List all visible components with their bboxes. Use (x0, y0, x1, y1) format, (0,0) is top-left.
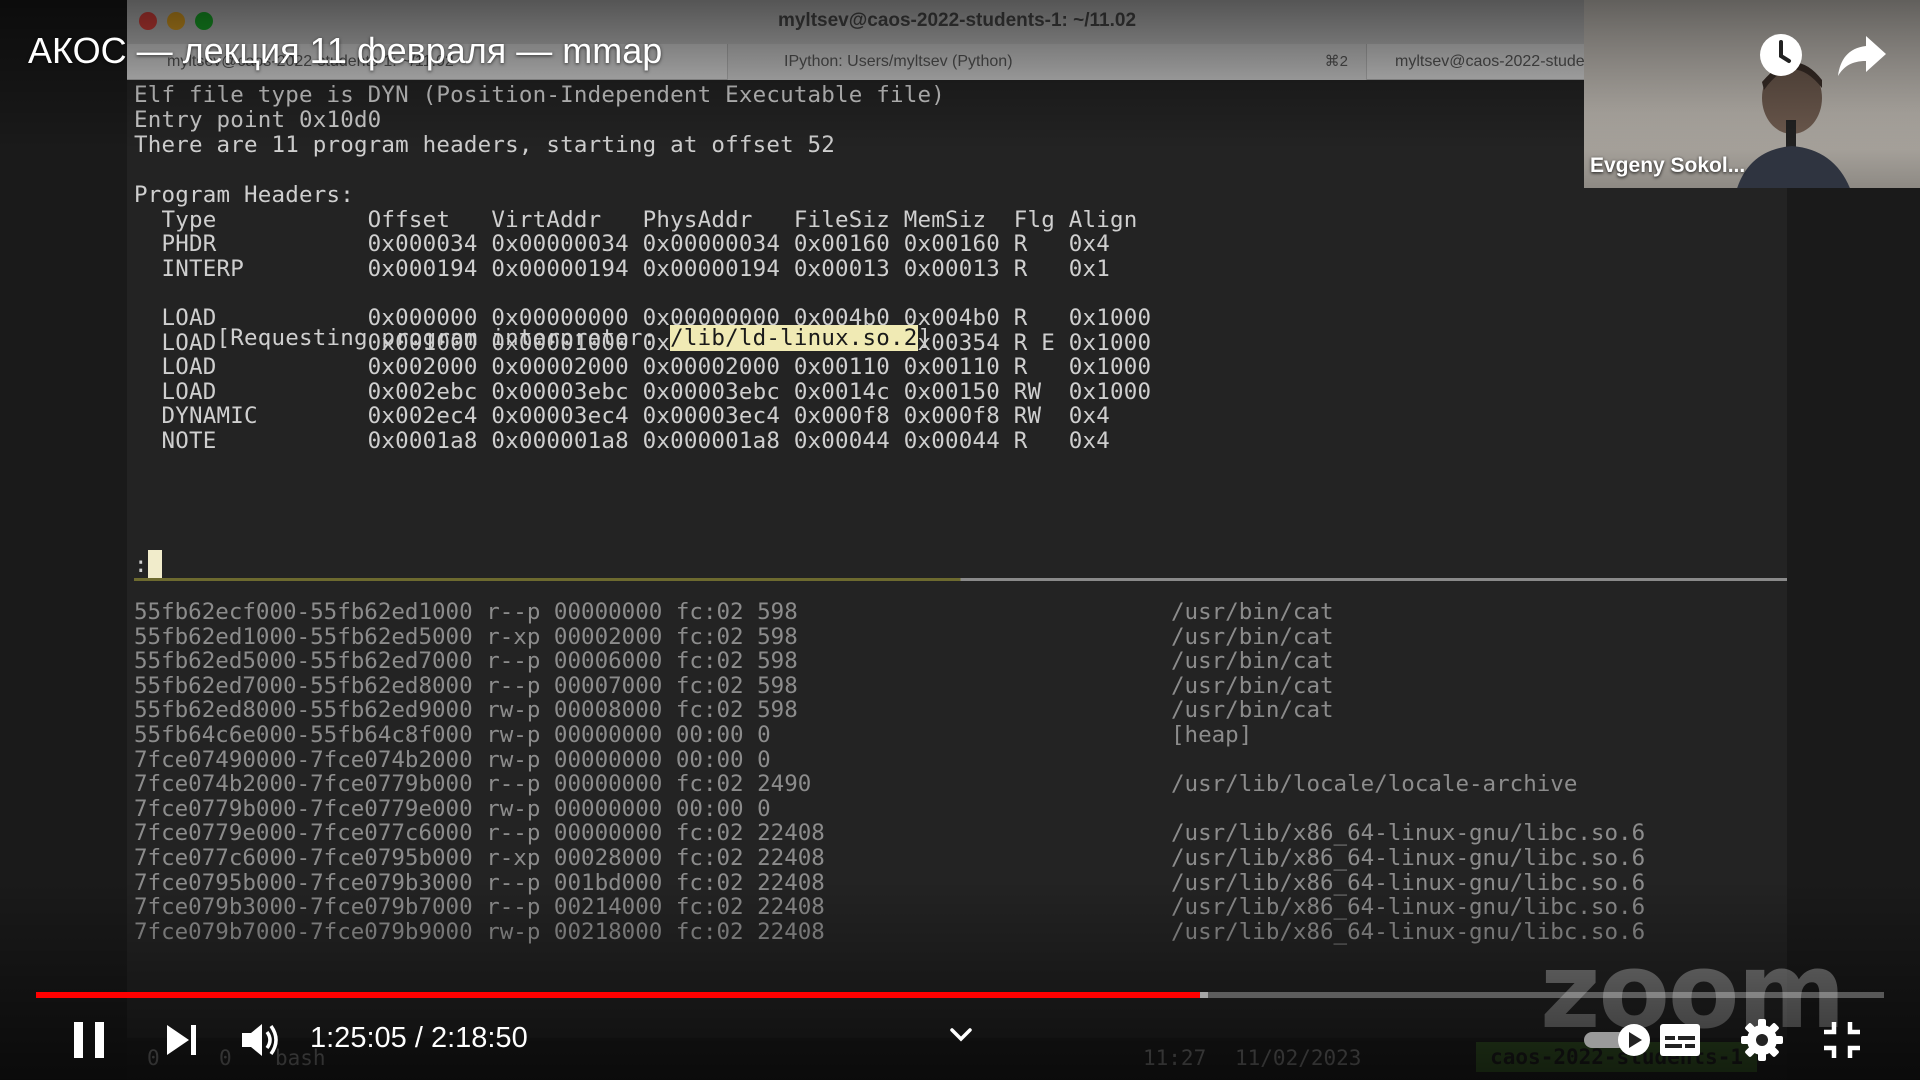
pane-divider (134, 578, 1787, 581)
interp-request-line: [Requesting program interpreter: /lib/ld… (134, 323, 931, 353)
share-icon[interactable] (1836, 30, 1888, 80)
subtitles-icon[interactable] (1658, 1020, 1702, 1060)
time-total: 2:18:50 (430, 1022, 528, 1054)
terminal-cursor (147, 550, 162, 578)
speaker-camera-thumbnail: Evgeny Sokol... (1584, 0, 1920, 188)
terminal-tab-2: IPython: Users/myltsev (Python) ⌘2 (727, 44, 1367, 80)
tab-2-label: IPython: Users/myltsev (Python) (784, 53, 1013, 70)
participant-name: Evgeny Sokol... (1590, 154, 1746, 177)
next-icon[interactable] (164, 1022, 200, 1058)
terminal-body: Elf file type is DYN (Position-Independe… (127, 80, 1787, 1080)
readelf-line: NOTE 0x0001a8 0x000001a8 0x000001a8 0x00… (134, 428, 1110, 454)
tmux-clock: 11:27 (1143, 1046, 1207, 1070)
time-current: 1:25:05 (310, 1022, 407, 1054)
chevron-down-icon[interactable] (946, 1020, 976, 1050)
pager-prompt: : (134, 552, 148, 578)
tmux-date: 11/02/2023 (1235, 1046, 1362, 1070)
pause-icon[interactable] (70, 1020, 108, 1060)
readelf-line: INTERP 0x000194 0x00000194 0x00000194 0x… (134, 256, 1110, 282)
readelf-line: There are 11 program headers, starting a… (134, 132, 836, 158)
video-frame[interactable]: myltsev@caos-2022-students-1: ~/11.02 my… (0, 0, 1920, 1080)
volume-icon[interactable] (238, 1018, 282, 1062)
window-title: myltsev@caos-2022-students-1: ~/11.02 (777, 10, 1137, 31)
tmux-window-index: 0 (147, 1046, 160, 1070)
pager-prompt-line: : (134, 550, 162, 580)
terminal-window: myltsev@caos-2022-students-1: ~/11.02 my… (127, 0, 1787, 1080)
interp-prefix: [Requesting program interpreter: (134, 325, 671, 351)
time-separator: / (406, 1022, 431, 1054)
tmux-pane-index: 0 (219, 1046, 232, 1070)
settings-icon[interactable] (1740, 1018, 1784, 1062)
interp-path-highlight: /lib/ld-linux.so.2 (670, 325, 918, 351)
maps-range: 7fce079b7000-7fce079b9000 rw-p 00218000 … (134, 918, 825, 945)
progress-bar[interactable] (36, 992, 1884, 998)
interp-suffix: ] (917, 325, 932, 351)
autoplay-icon[interactable] (1580, 1022, 1652, 1058)
progress-played (36, 992, 1201, 998)
maps-path: /usr/lib/locale/locale-archive (1171, 771, 1578, 798)
video-title[interactable]: АКОС — лекция 11 февраля — mmap (28, 30, 662, 72)
maps-path: [heap] (1171, 722, 1253, 748)
watch-later-icon[interactable] (1756, 30, 1806, 80)
tab-2-shortcut: ⌘2 (1324, 53, 1348, 70)
exit-fullscreen-icon[interactable] (1822, 1020, 1862, 1060)
time-display: 1:25:05 / 2:18:50 (310, 1022, 528, 1055)
